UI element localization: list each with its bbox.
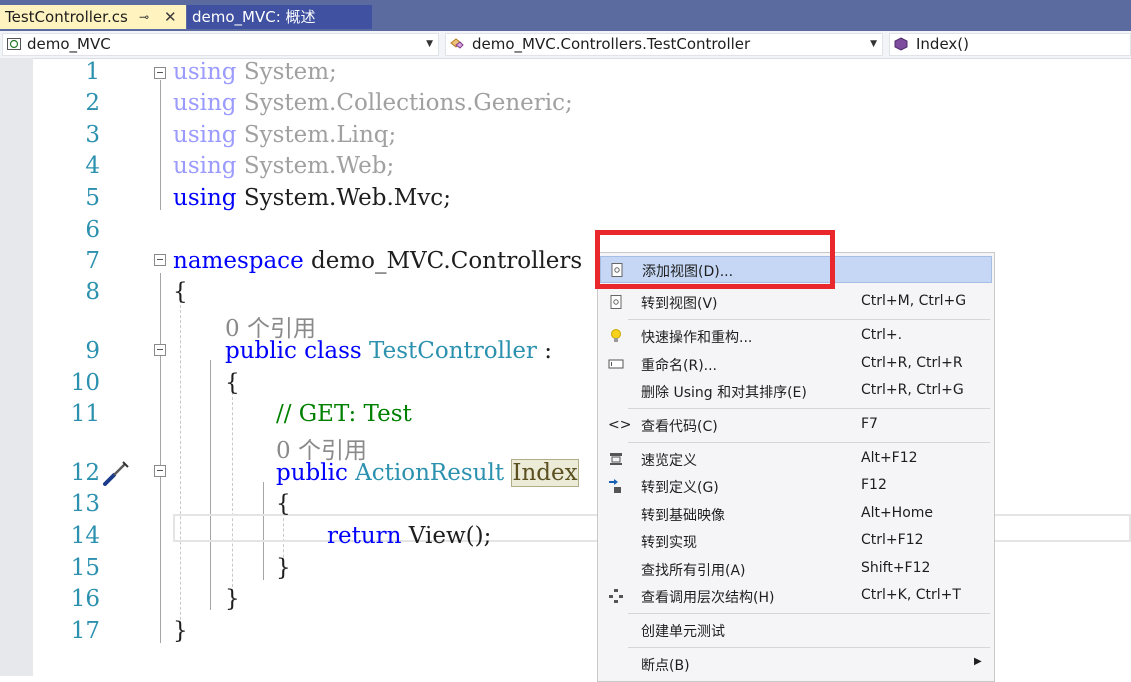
class-dropdown-value: demo_MVC.Controllers.TestController xyxy=(472,35,751,53)
member-dropdown-value: Index() xyxy=(916,35,969,53)
menu-separator xyxy=(628,647,990,648)
menu-item-create-unit-tests[interactable]: 创建单元测试 xyxy=(600,617,992,644)
go-to-view-icon xyxy=(610,295,622,309)
selected-symbol: Index xyxy=(511,459,579,487)
go-to-definition-icon xyxy=(609,479,621,493)
code-line: } xyxy=(173,618,188,644)
menu-item-go-to-base[interactable]: 转到基础映像 Alt+Home xyxy=(600,501,992,528)
view-code-icon: <> xyxy=(608,417,632,433)
code-line: public class TestController : xyxy=(225,338,552,364)
class-icon xyxy=(450,38,464,49)
code-line: } xyxy=(225,586,240,612)
chevron-down-icon: ▼ xyxy=(426,39,433,49)
menu-item-quick-actions[interactable]: 快速操作和重构... Ctrl+. xyxy=(600,323,992,350)
indent-guide xyxy=(180,300,181,640)
submenu-arrow-icon: ▶ xyxy=(974,656,982,667)
code-line: } xyxy=(276,555,291,581)
menu-separator xyxy=(628,319,990,320)
menu-separator xyxy=(628,442,990,443)
code-line: { xyxy=(276,491,291,517)
outline-bracket xyxy=(210,360,211,610)
method-icon xyxy=(894,37,908,51)
navigation-bar: demo_MVC ▼ demo_MVC.Controllers.TestCont… xyxy=(0,31,1131,59)
collapse-icon[interactable] xyxy=(154,254,166,266)
document-tab-strip: TestController.cs ⊸ ✕ demo_MVC: 概述 xyxy=(0,0,1131,31)
code-comment: // GET: Test xyxy=(276,401,412,427)
lightbulb-icon xyxy=(611,329,621,342)
menu-item-find-all-references[interactable]: 查找所有引用(A) Shift+F12 xyxy=(600,556,992,583)
menu-item-go-to-definition[interactable]: 转到定义(G) F12 xyxy=(600,473,992,500)
tab-demo-mvc-overview[interactable]: demo_MVC: 概述 xyxy=(187,5,372,29)
member-dropdown[interactable]: Index() xyxy=(889,33,1131,56)
collapse-icon[interactable] xyxy=(154,67,166,79)
code-line: using System.Linq; xyxy=(173,122,397,148)
code-line: namespace demo_MVC.Controllers xyxy=(173,248,583,274)
call-hierarchy-icon xyxy=(609,589,623,603)
peek-definition-icon xyxy=(610,453,622,465)
pin-icon[interactable]: ⊸ xyxy=(139,5,149,29)
close-icon[interactable]: ✕ xyxy=(164,5,177,29)
tab-label: TestController.cs xyxy=(5,8,128,26)
menu-separator xyxy=(628,408,990,409)
menu-item-breakpoint[interactable]: 断点(B) ▶ xyxy=(600,651,992,678)
code-line: { xyxy=(173,279,188,305)
code-line: using System.Web; xyxy=(173,153,395,179)
indent-guide xyxy=(232,392,233,602)
code-line: using System; xyxy=(173,59,337,85)
tab-testcontroller-cs[interactable]: TestController.cs ⊸ ✕ xyxy=(0,5,186,29)
screwdriver-icon[interactable] xyxy=(101,459,131,487)
project-dropdown[interactable]: demo_MVC ▼ xyxy=(2,33,439,56)
code-line: return View(); xyxy=(327,523,492,549)
code-line: using System.Web.Mvc; xyxy=(173,185,451,211)
code-line: using System.Collections.Generic; xyxy=(173,90,573,116)
class-dropdown[interactable]: demo_MVC.Controllers.TestController ▼ xyxy=(445,33,883,56)
chevron-down-icon: ▼ xyxy=(870,39,877,49)
outline-bracket xyxy=(160,273,161,643)
menu-item-rename[interactable]: 重命名(R)... Ctrl+R, Ctrl+R xyxy=(600,351,992,378)
tab-label: demo_MVC: 概述 xyxy=(192,8,316,26)
menu-separator xyxy=(628,613,990,614)
project-dropdown-value: demo_MVC xyxy=(27,35,111,53)
menu-item-go-to-view[interactable]: 转到视图(V) Ctrl+M, Ctrl+G xyxy=(600,289,992,316)
rename-icon xyxy=(608,359,624,369)
menu-item-peek-definition[interactable]: 速览定义 Alt+F12 xyxy=(600,446,992,473)
outline-bracket xyxy=(160,80,161,210)
csharp-project-icon xyxy=(7,38,21,50)
menu-item-remove-and-sort-usings[interactable]: 删除 Using 和对其排序(E) Ctrl+R, Ctrl+G xyxy=(600,378,992,405)
context-menu: 添加视图(D)... 转到视图(V) Ctrl+M, Ctrl+G 快速操作和重… xyxy=(597,252,995,682)
menu-item-view-call-hierarchy[interactable]: 查看调用层次结构(H) Ctrl+K, Ctrl+T xyxy=(600,583,992,610)
menu-item-view-code[interactable]: <> 查看代码(C) F7 xyxy=(600,412,992,439)
collapse-icon[interactable] xyxy=(154,344,166,356)
highlight-annotation-box xyxy=(595,230,835,289)
menu-item-go-to-implementation[interactable]: 转到实现 Ctrl+F12 xyxy=(600,528,992,555)
code-line: { xyxy=(225,370,240,396)
code-line: public ActionResult Index xyxy=(276,459,579,487)
collapse-icon[interactable] xyxy=(154,465,166,477)
